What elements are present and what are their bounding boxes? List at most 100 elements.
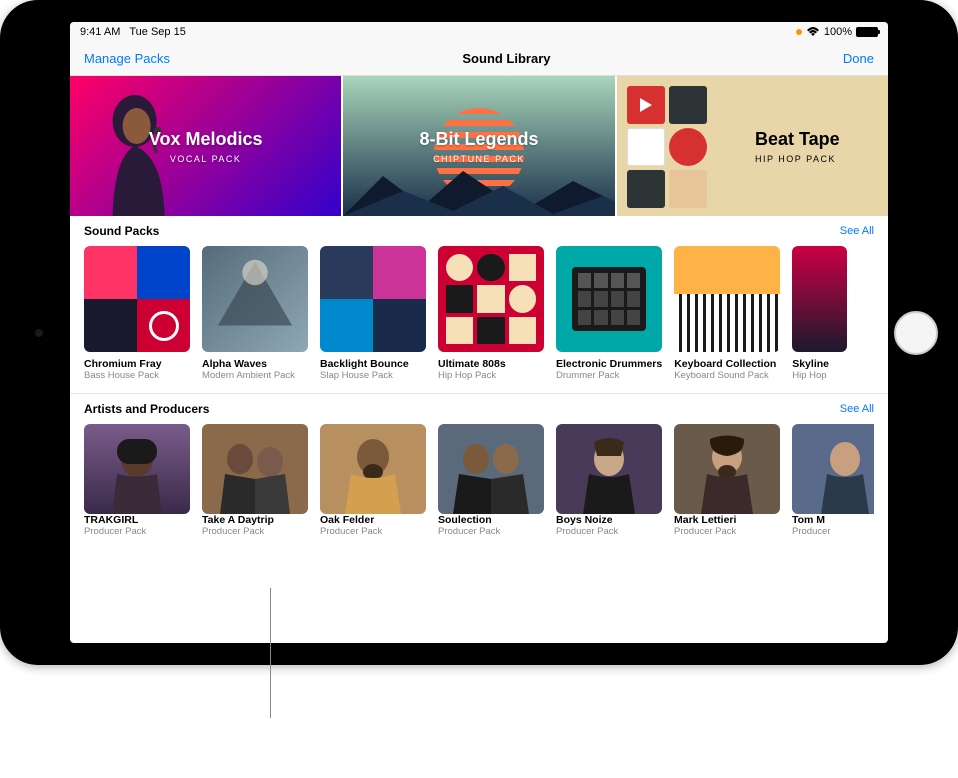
status-bar: 9:41 AM Tue Sep 15 100% xyxy=(70,22,888,42)
tile-title: Boys Noize xyxy=(556,514,662,526)
wifi-icon xyxy=(806,27,820,37)
pack-artwork xyxy=(792,246,847,352)
content-area[interactable]: Vox Melodics VOCAL PACK 8-Bit Legends CH… xyxy=(70,76,888,643)
hero-card-beat-tape[interactable]: Beat Tape HIP HOP PACK xyxy=(617,76,888,216)
tile-subtitle: Producer Pack xyxy=(438,526,544,537)
tile-subtitle: Producer xyxy=(792,526,874,537)
tile-title: Skyline xyxy=(792,358,847,370)
tile-title: Backlight Bounce xyxy=(320,358,426,370)
tile-subtitle: Slap House Pack xyxy=(320,370,426,381)
section-header: Sound Packs See All xyxy=(84,224,874,238)
hero-text: Beat Tape HIP HOP PACK xyxy=(755,129,840,164)
artists-section: Artists and Producers See All TRAKGIRL P… xyxy=(70,394,888,549)
pack-artwork xyxy=(556,246,662,352)
tile-subtitle: Drummer Pack xyxy=(556,370,662,381)
pack-artwork xyxy=(320,246,426,352)
hero-card-vox-melodics[interactable]: Vox Melodics VOCAL PACK xyxy=(70,76,341,216)
section-header: Artists and Producers See All xyxy=(84,402,874,416)
tile-subtitle: Producer Pack xyxy=(202,526,308,537)
tile-subtitle: Producer Pack xyxy=(556,526,662,537)
camera-icon xyxy=(35,329,43,337)
artist-photo xyxy=(792,424,874,514)
artist-tile-mark-lettieri[interactable]: Mark Lettieri Producer Pack xyxy=(674,424,780,537)
artist-tile-take-a-daytrip[interactable]: Take A Daytrip Producer Pack xyxy=(202,424,308,537)
tile-subtitle: Producer Pack xyxy=(84,526,190,537)
see-all-button[interactable]: See All xyxy=(840,225,874,237)
screen: 9:41 AM Tue Sep 15 100% Manage Packs Sou… xyxy=(70,22,888,643)
ipad-frame: 9:41 AM Tue Sep 15 100% Manage Packs Sou… xyxy=(0,0,958,665)
pack-artwork xyxy=(84,246,190,352)
tile-subtitle: Hip Hop xyxy=(792,370,847,381)
tile-subtitle: Bass House Pack xyxy=(84,370,190,381)
done-button[interactable]: Done xyxy=(843,51,874,66)
section-title: Artists and Producers xyxy=(84,402,209,416)
nav-bar: Manage Packs Sound Library Done xyxy=(70,42,888,76)
artist-photo xyxy=(84,424,190,514)
hero-subtitle: VOCAL PACK xyxy=(149,154,263,164)
artists-row[interactable]: TRAKGIRL Producer Pack Take A Daytrip Pr… xyxy=(84,424,874,549)
tile-subtitle: Producer Pack xyxy=(674,526,780,537)
hero-text: 8-Bit Legends CHIPTUNE PACK xyxy=(419,129,538,164)
pack-artwork xyxy=(438,246,544,352)
hero-title: Beat Tape xyxy=(755,129,840,150)
sound-pack-tile[interactable]: Chromium Fray Bass House Pack xyxy=(84,246,190,381)
sound-pack-tile[interactable]: Ultimate 808s Hip Hop Pack xyxy=(438,246,544,381)
home-button[interactable] xyxy=(894,311,938,355)
annotation-callout-line xyxy=(270,588,271,718)
status-time: 9:41 AM Tue Sep 15 xyxy=(80,26,186,38)
artist-tile-trakgirl[interactable]: TRAKGIRL Producer Pack xyxy=(84,424,190,537)
artist-tile-boys-noize[interactable]: Boys Noize Producer Pack xyxy=(556,424,662,537)
artist-photo xyxy=(438,424,544,514)
tile-title: Tom M xyxy=(792,514,874,526)
artist-photo xyxy=(202,424,308,514)
sound-packs-row[interactable]: Chromium Fray Bass House Pack Alpha Wave… xyxy=(84,246,874,393)
hero-title: 8-Bit Legends xyxy=(419,129,538,150)
artist-photo xyxy=(674,424,780,514)
tile-subtitle: Modern Ambient Pack xyxy=(202,370,308,381)
sound-pack-tile[interactable]: Alpha Waves Modern Ambient Pack xyxy=(202,246,308,381)
hero-subtitle: HIP HOP PACK xyxy=(755,154,840,164)
artist-tile-tom-m[interactable]: Tom M Producer xyxy=(792,424,874,537)
hero-carousel[interactable]: Vox Melodics VOCAL PACK 8-Bit Legends CH… xyxy=(70,76,888,216)
tile-subtitle: Keyboard Sound Pack xyxy=(674,370,780,381)
tile-title: Soulection xyxy=(438,514,544,526)
tile-title: Ultimate 808s xyxy=(438,358,544,370)
artist-tile-soulection[interactable]: Soulection Producer Pack xyxy=(438,424,544,537)
time-label: 9:41 AM xyxy=(80,26,120,38)
tile-title: Mark Lettieri xyxy=(674,514,780,526)
status-right: 100% xyxy=(796,26,878,38)
hero-subtitle: CHIPTUNE PACK xyxy=(419,154,538,164)
see-all-button[interactable]: See All xyxy=(840,403,874,415)
tile-title: Alpha Waves xyxy=(202,358,308,370)
sound-pack-tile[interactable]: Backlight Bounce Slap House Pack xyxy=(320,246,426,381)
hero-card-8bit-legends[interactable]: 8-Bit Legends CHIPTUNE PACK xyxy=(343,76,614,216)
sound-packs-section: Sound Packs See All Chromium Fray Bass H… xyxy=(70,216,888,394)
tile-grid-illustration xyxy=(627,86,707,208)
sound-pack-tile[interactable]: Electronic Drummers Drummer Pack xyxy=(556,246,662,381)
recording-indicator-icon xyxy=(796,29,802,35)
pack-artwork xyxy=(674,246,780,352)
section-title: Sound Packs xyxy=(84,224,159,238)
date-label: Tue Sep 15 xyxy=(129,26,185,38)
sound-pack-tile[interactable]: Keyboard Collection Keyboard Sound Pack xyxy=(674,246,780,381)
tile-title: Keyboard Collection xyxy=(674,358,780,370)
tile-title: Oak Felder xyxy=(320,514,426,526)
tile-title: TRAKGIRL xyxy=(84,514,190,526)
battery-icon xyxy=(856,27,878,37)
hero-text: Vox Melodics VOCAL PACK xyxy=(149,129,263,164)
artist-tile-oak-felder[interactable]: Oak Felder Producer Pack xyxy=(320,424,426,537)
hero-title: Vox Melodics xyxy=(149,129,263,150)
tile-subtitle: Producer Pack xyxy=(320,526,426,537)
page-title: Sound Library xyxy=(462,51,550,66)
pack-artwork xyxy=(202,246,308,352)
tile-title: Electronic Drummers xyxy=(556,358,662,370)
artist-photo xyxy=(556,424,662,514)
mountains-illustration xyxy=(343,166,614,216)
tile-title: Chromium Fray xyxy=(84,358,190,370)
manage-packs-button[interactable]: Manage Packs xyxy=(84,51,170,66)
tile-subtitle: Hip Hop Pack xyxy=(438,370,544,381)
artist-photo xyxy=(320,424,426,514)
tile-title: Take A Daytrip xyxy=(202,514,308,526)
sound-pack-tile[interactable]: Skyline Hip Hop xyxy=(792,246,847,381)
battery-label: 100% xyxy=(824,26,852,38)
